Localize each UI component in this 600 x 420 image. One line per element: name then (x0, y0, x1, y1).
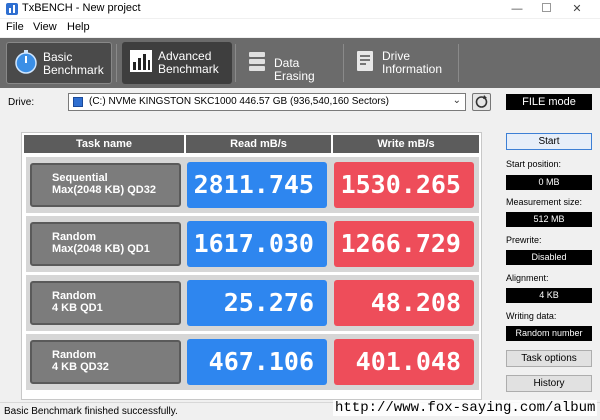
alignment-value[interactable]: 4 KB (506, 288, 592, 303)
task-name-line1: Sequential (52, 172, 108, 184)
read-result: 467.106 (187, 339, 327, 385)
task-name-line1: Random (52, 290, 96, 302)
drive-icon (73, 97, 83, 107)
drive-info-icon (357, 51, 373, 71)
tab-label-line1: Advanced (158, 49, 212, 63)
alignment-label: Alignment: (506, 273, 549, 283)
app-logo-icon (6, 3, 18, 15)
task-button[interactable]: Random Max(2048 KB) QD1 (30, 222, 181, 266)
start-position-value[interactable]: 0 MB (506, 175, 592, 190)
read-result: 25.276 (187, 280, 327, 326)
menu-view[interactable]: View (33, 21, 57, 33)
history-button[interactable]: History (506, 375, 592, 392)
file-mode-button[interactable]: FILE mode (506, 94, 592, 110)
write-result: 48.208 (334, 280, 474, 326)
title-bar: TxBENCH - New project — ✕ (0, 0, 600, 18)
read-result: 2811.745 (187, 162, 327, 208)
writing-data-value[interactable]: Random number (506, 326, 592, 341)
prewrite-label: Prewrite: (506, 235, 542, 245)
maximize-button[interactable] (531, 0, 561, 18)
menu-help[interactable]: Help (67, 21, 90, 33)
task-name-line1: Random (52, 349, 96, 361)
chevron-down-icon: ⌄ (452, 95, 461, 106)
task-options-button[interactable]: Task options (506, 350, 592, 367)
task-button[interactable]: Sequential Max(2048 KB) QD32 (30, 163, 181, 207)
refresh-icon (475, 95, 488, 108)
minimize-button[interactable]: — (502, 0, 532, 18)
window-title: TxBENCH - New project (22, 2, 141, 14)
stopwatch-icon (15, 50, 37, 74)
toolbar-divider (116, 44, 117, 82)
task-name-line2: 4 KB QD32 (52, 361, 109, 373)
results-panel: Task name Read mB/s Write mB/s Sequentia… (21, 132, 482, 400)
write-result: 401.048 (334, 339, 474, 385)
main-toolbar: Basic Benchmark Advanced Benchmark Data Er… (0, 38, 600, 88)
drive-label: Drive: (8, 97, 35, 108)
toolbar-divider (343, 44, 344, 82)
menu-bar: File View Help (0, 19, 600, 37)
tab-label-line2: Information (382, 62, 443, 76)
tab-label-line2: Benchmark (158, 62, 219, 76)
task-name-line2: 4 KB QD1 (52, 302, 103, 314)
drive-dropdown[interactable]: (C:) NVMe KINGSTON SKC1000 446.57 GB (93… (68, 93, 466, 111)
menu-file[interactable]: File (6, 21, 24, 33)
column-header-read: Read mB/s (186, 135, 331, 153)
start-button[interactable]: Start (506, 133, 592, 150)
column-header-task: Task name (24, 135, 184, 153)
tab-data-erasing[interactable]: Data Erasing (238, 42, 342, 84)
measurement-size-label: Measurement size: (506, 197, 583, 207)
writing-data-label: Writing data: (506, 311, 557, 321)
task-name-line1: Random (52, 231, 96, 243)
close-button[interactable]: ✕ (562, 0, 592, 18)
task-name-line2: Max(2048 KB) QD1 (52, 243, 150, 255)
task-button[interactable]: Random 4 KB QD1 (30, 281, 181, 325)
app-window: TxBENCH - New project — ✕ File View Help… (0, 0, 600, 420)
tab-label-line1: Drive (382, 49, 411, 63)
status-text: Basic Benchmark finished successfully. (4, 406, 178, 417)
write-result: 1266.729 (334, 221, 474, 267)
tab-label-line1: Data Erasing (274, 56, 315, 83)
bar-chart-icon (130, 50, 152, 72)
prewrite-value[interactable]: Disabled (506, 250, 592, 265)
drive-value: (C:) NVMe KINGSTON SKC1000 446.57 GB (93… (89, 96, 389, 107)
task-name-line2: Max(2048 KB) QD32 (52, 184, 156, 196)
tab-basic-benchmark[interactable]: Basic Benchmark (6, 42, 112, 84)
eraser-icon (249, 52, 265, 71)
start-position-label: Start position: (506, 159, 562, 169)
watermark-url: http://www.fox-saying.com/album (333, 400, 598, 416)
tab-advanced-benchmark[interactable]: Advanced Benchmark (122, 42, 232, 84)
write-result: 1530.265 (334, 162, 474, 208)
tab-drive-information[interactable]: Drive Information (346, 42, 456, 84)
tab-label-line1: Basic (43, 50, 73, 64)
column-header-write: Write mB/s (333, 135, 479, 153)
task-button[interactable]: Random 4 KB QD32 (30, 340, 181, 384)
toolbar-divider (458, 44, 459, 82)
measurement-size-value[interactable]: 512 MB (506, 212, 592, 227)
refresh-button[interactable] (472, 93, 491, 111)
read-result: 1617.030 (187, 221, 327, 267)
toolbar-divider (235, 44, 236, 82)
tab-label-line2: Benchmark (43, 63, 104, 77)
